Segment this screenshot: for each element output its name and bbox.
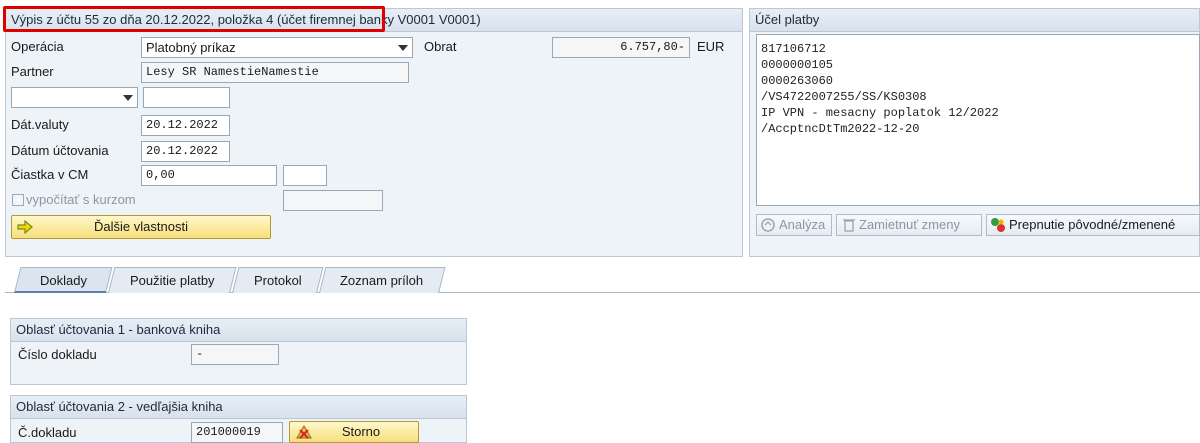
cislo-dokladu-label: Číslo dokladu [18, 347, 97, 362]
storno-button[interactable]: Storno [289, 421, 419, 443]
ucel-line: 0000000105 [761, 58, 834, 72]
dat-valuty-field[interactable]: 20.12.2022 [141, 115, 230, 136]
ucel-line: 817106712 [761, 42, 826, 56]
tab-doklady[interactable]: Doklady [14, 267, 113, 293]
obrat-field[interactable]: 6.757,80- [552, 37, 690, 58]
dalsie-vlastnosti-label: Ďalšie vlastnosti [94, 219, 188, 234]
dalsie-vlastnosti-button[interactable]: Ďalšie vlastnosti [11, 215, 271, 239]
partner-label: Partner [11, 64, 54, 79]
tab-zoznam-priloh-label: Zoznam príloh [340, 273, 424, 288]
arrow-right-icon [17, 220, 33, 234]
currency-label: EUR [697, 39, 725, 54]
trash-icon [843, 219, 855, 232]
empty-field[interactable] [143, 87, 230, 108]
oblast2-title: Oblasť účtovania 2 - vedľajšia kniha [11, 396, 466, 419]
datum-uctovania-field[interactable]: 20.12.2022 [141, 141, 230, 162]
ciastka-field[interactable]: 0,00 [141, 165, 277, 186]
c-dokladu-field[interactable]: 201000019 [191, 422, 283, 443]
datum-uctovania-label: Dátum účtovania [11, 143, 109, 158]
prepnutie-label: Prepnutie pôvodné/zmenené [1009, 217, 1176, 232]
title-highlight [3, 6, 385, 32]
operacia-label: Operácia [11, 39, 64, 54]
tab-zoznam-priloh[interactable]: Zoznam príloh [319, 267, 446, 293]
ciastka-label: Čiastka v CM [11, 167, 89, 182]
empty-select[interactable] [11, 87, 138, 108]
kurz-field[interactable] [283, 190, 383, 211]
storno-icon [296, 425, 312, 439]
prepnutie-button[interactable]: Prepnutie pôvodné/zmenené [986, 214, 1200, 236]
tab-protokol-label: Protokol [253, 273, 302, 288]
ucel-line: 0000263060 [761, 74, 834, 88]
analyza-label: Analýza [779, 217, 826, 232]
vypocitat-checkbox[interactable] [12, 194, 24, 206]
oblast1-title: Oblasť účtovania 1 - banková kniha [11, 319, 466, 342]
analyza-button[interactable]: Analýza [756, 214, 832, 236]
switch-icon [991, 218, 1005, 232]
ucel-line: /AccptncDtTm2022-12-20 [761, 122, 920, 136]
zamietnut-zmeny-label: Zamietnuť zmeny [859, 217, 960, 232]
zamietnut-zmeny-button[interactable]: Zamietnuť zmeny [836, 214, 982, 236]
chevron-down-icon[interactable] [398, 45, 408, 51]
vypocitat-label: vypočítať s kurzom [26, 192, 136, 207]
tab-protokol[interactable]: Protokol [232, 267, 324, 293]
ciastka-currency-field[interactable] [283, 165, 327, 186]
c-dokladu-label: Č.dokladu [18, 425, 77, 440]
ucel-platby-textarea[interactable]: 817106712 0000000105 0000263060 /VS47220… [756, 34, 1200, 206]
storno-label: Storno [341, 424, 381, 439]
obrat-label: Obrat [424, 39, 457, 54]
ucel-platby-title: Účel platby [750, 9, 1199, 32]
cislo-dokladu-field[interactable]: - [191, 344, 279, 365]
operacia-select[interactable]: Platobný príkaz [141, 37, 413, 58]
operacia-value: Platobný príkaz [146, 40, 236, 55]
chevron-down-icon[interactable] [123, 95, 133, 101]
tab-doklady-label: Doklady [39, 273, 87, 288]
analysis-icon [761, 218, 775, 232]
ucel-line: /VS4722007255/SS/KS0308 [761, 90, 927, 104]
ucel-line: IP VPN - mesacny poplatok 12/2022 [761, 106, 999, 120]
partner-field[interactable]: Lesy SR NamestieNamestie [141, 62, 409, 83]
tab-pouzitie-platby[interactable]: Použitie platby [108, 267, 237, 293]
tab-pouzitie-platby-label: Použitie platby [129, 273, 215, 288]
dat-valuty-label: Dát.valuty [11, 117, 69, 132]
